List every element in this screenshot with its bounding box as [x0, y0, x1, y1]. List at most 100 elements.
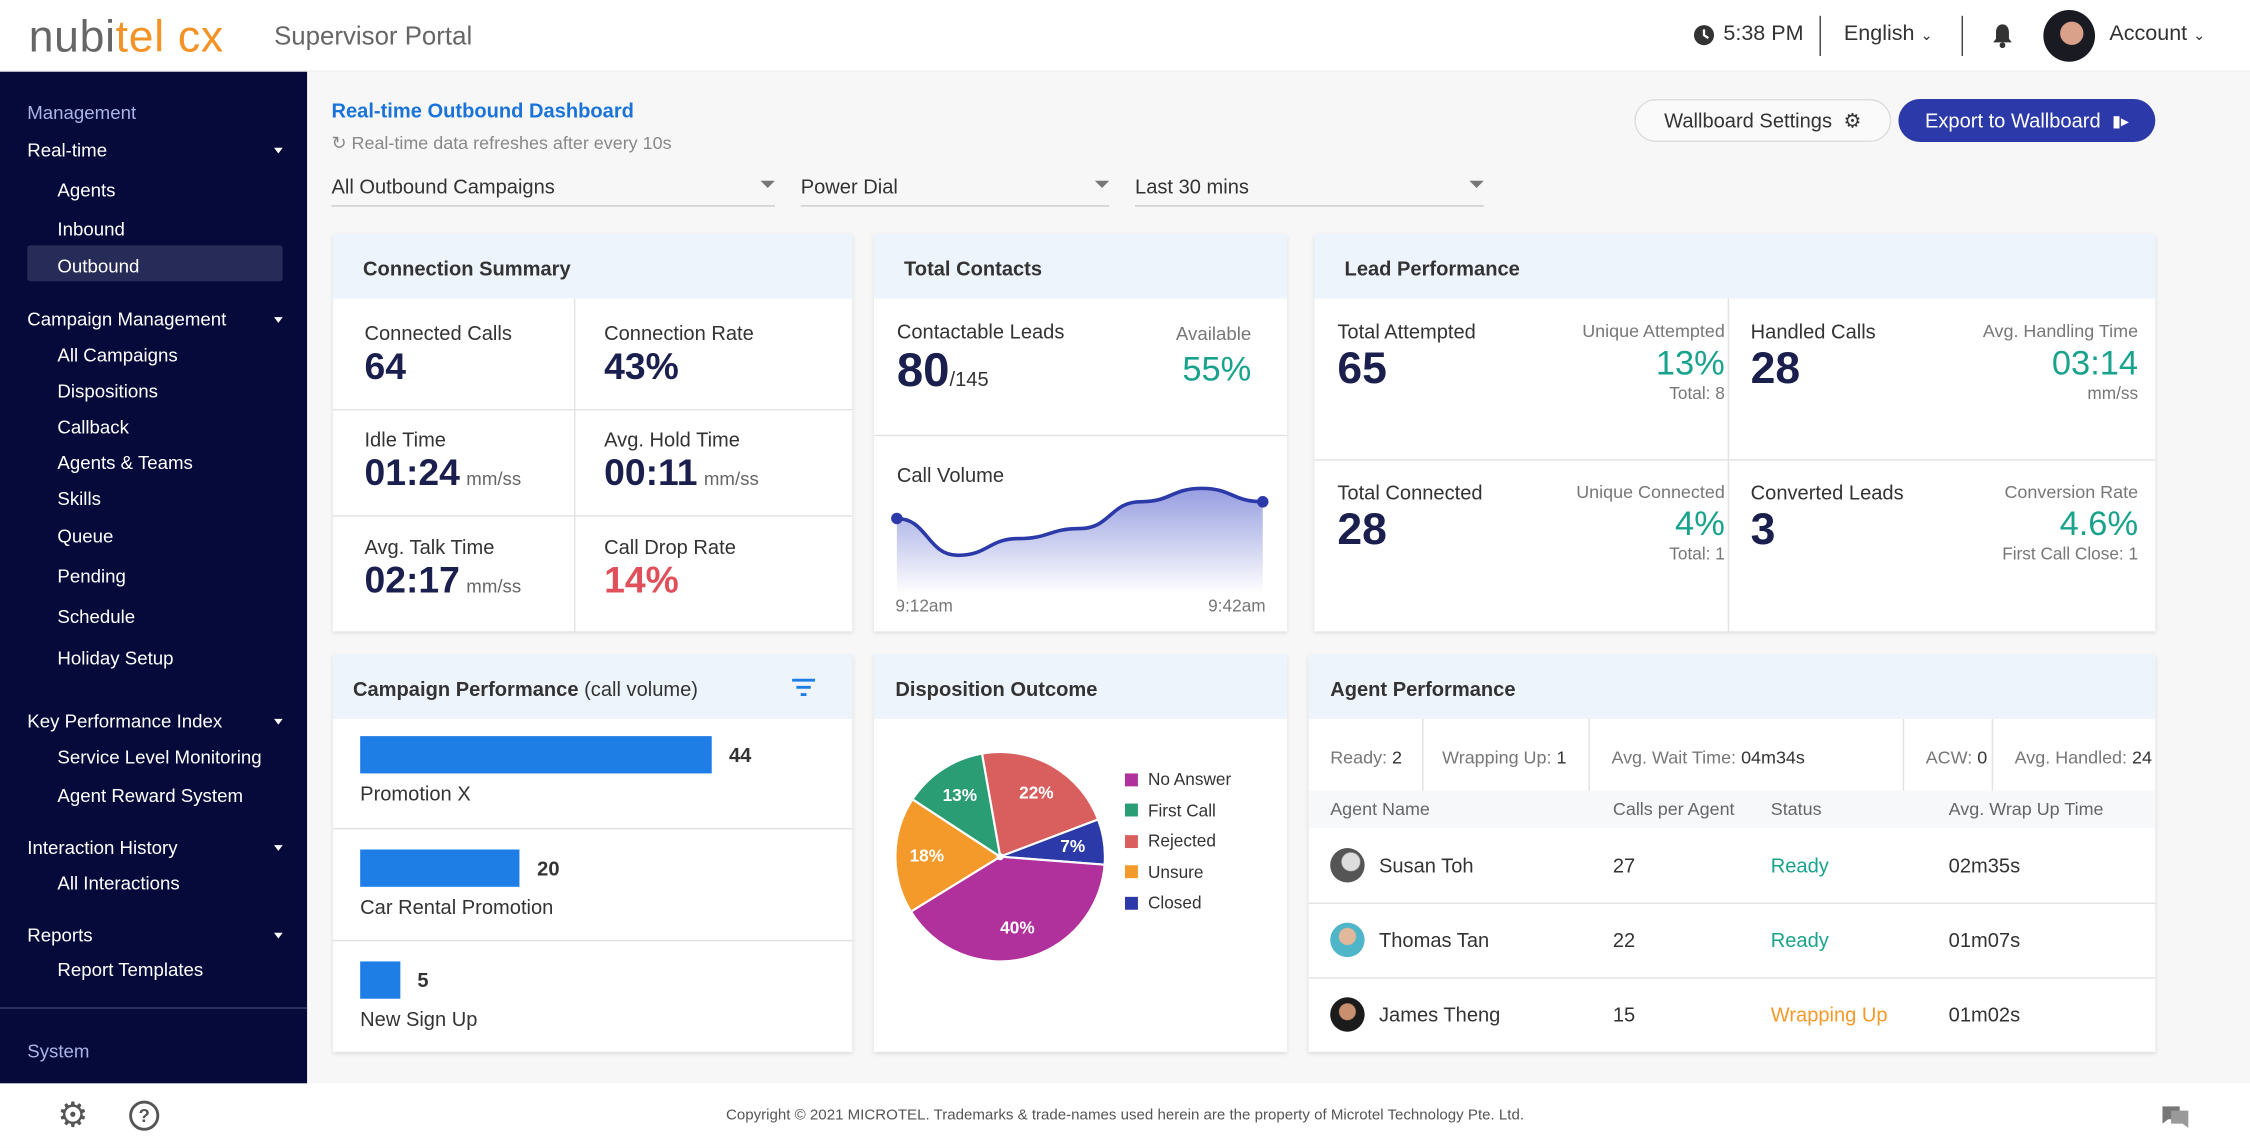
legend-item[interactable]: No Answer — [1125, 769, 1231, 789]
campaign-performance-card: Campaign Performance (call volume) 44 Pro… — [332, 654, 853, 1052]
sidebar-group-reports[interactable]: Reports — [27, 924, 92, 946]
card-title: Total Contacts — [873, 233, 1288, 299]
sidebar-item-pending[interactable]: Pending — [57, 565, 125, 587]
x-start-label: 9:12am — [895, 595, 953, 616]
agent-name[interactable]: Thomas Tan — [1379, 928, 1489, 951]
language-selector[interactable]: English ⌄ — [1844, 22, 1933, 46]
chat-icon[interactable] — [2158, 1101, 2192, 1133]
available-rate: Available 55% — [1175, 322, 1252, 389]
campaign-filter-select[interactable]: All Outbound Campaigns — [331, 169, 775, 207]
filter-icon[interactable] — [791, 677, 817, 697]
pie-label: 40% — [1000, 918, 1034, 938]
lead-side-metric: Unique Connected 4% Total: 1 — [1576, 482, 1725, 564]
dropdown-arrow-icon — [760, 180, 775, 188]
copyright: Copyright © 2021 MICROTEL. Trademarks & … — [725, 1106, 1525, 1124]
caret-down-icon[interactable] — [274, 317, 283, 323]
x-end-label: 9:42am — [1208, 595, 1266, 616]
call-volume-point[interactable] — [891, 512, 903, 525]
divider — [1422, 718, 1424, 791]
sidebar-item-agent-reward[interactable]: Agent Reward System — [57, 785, 243, 807]
select-value: All Outbound Campaigns — [331, 175, 555, 199]
disposition-outcome-card: Disposition Outcome 22% 7% 40% 18% 13% No An… — [873, 654, 1288, 1052]
agent-avatar — [1330, 997, 1365, 1032]
sidebar-heading-system[interactable]: System — [27, 1040, 89, 1062]
sidebar-item-outbound[interactable]: Outbound — [57, 255, 139, 277]
sidebar-group-campaign-management[interactable]: Campaign Management — [27, 309, 226, 331]
campaign-bar[interactable] — [360, 848, 520, 887]
caret-down-icon[interactable] — [274, 718, 283, 725]
legend-item[interactable]: Rejected — [1125, 831, 1216, 851]
agent-summary-stat: Ready: 2 — [1330, 747, 1403, 768]
legend-label: Closed — [1147, 892, 1202, 913]
card-title: Disposition Outcome — [873, 654, 1288, 719]
divider — [1819, 15, 1821, 56]
legend-swatch — [1125, 896, 1138, 910]
sidebar-item-schedule[interactable]: Schedule — [57, 606, 135, 628]
pie-label: 13% — [943, 785, 977, 805]
column-header[interactable]: Agent Name — [1330, 799, 1430, 819]
avg-wrap-up-time: 01m02s — [1948, 1003, 2021, 1026]
agent-summary-stat: ACW: 0 — [1925, 747, 1988, 768]
sidebar-item-holiday-setup[interactable]: Holiday Setup — [57, 647, 173, 669]
sidebar-item-queue[interactable]: Queue — [57, 525, 113, 547]
legend-item[interactable]: Unsure — [1125, 862, 1203, 882]
avg-wrap-up-time: 02m35s — [1948, 853, 2021, 877]
campaign-bar[interactable] — [360, 736, 712, 774]
period-select[interactable]: Last 30 mins — [1135, 169, 1484, 207]
account-menu[interactable]: Account ⌄ — [2109, 22, 2205, 46]
caret-down-icon[interactable] — [274, 147, 283, 154]
bell-icon[interactable] — [1992, 23, 2014, 49]
dial-mode-select[interactable]: Power Dial — [800, 169, 1110, 207]
metric-connection-rate: Connection Rate 43% — [604, 321, 754, 388]
sidebar-item-inbound[interactable]: Inbound — [57, 218, 124, 240]
logo[interactable]: nubitel cx — [29, 11, 224, 63]
legend-swatch — [1125, 803, 1138, 817]
total-contacts-card: Total Contacts Contactable Leads 80/145 A… — [873, 233, 1288, 632]
agent-performance-card: Agent Performance Ready: 2 Wrapping Up: 1… — [1308, 654, 2156, 1052]
call-volume-point[interactable] — [1257, 496, 1269, 508]
button-label: Export to Wallboard — [1924, 109, 2101, 133]
sidebar-heading-management: Management — [27, 101, 137, 124]
legend-item[interactable]: Closed — [1125, 893, 1202, 913]
sidebar-item-service-level[interactable]: Service Level Monitoring — [57, 746, 261, 768]
divider — [1961, 15, 1964, 56]
caret-down-icon[interactable] — [274, 932, 283, 939]
wallboard-settings-button[interactable]: Wallboard Settings ⚙ — [1634, 99, 1892, 143]
sidebar-item-callback[interactable]: Callback — [57, 416, 129, 438]
sidebar-item-agents[interactable]: Agents — [57, 179, 115, 201]
sidebar-item-agents-teams[interactable]: Agents & Teams — [57, 452, 192, 474]
sidebar-item-all-interactions[interactable]: All Interactions — [57, 872, 179, 894]
top-bar: nubitel cx Supervisor Portal 5:38 PM Eng… — [0, 0, 2250, 72]
column-header[interactable]: Calls per Agent — [1613, 799, 1735, 819]
page-title: Real-time Outbound Dashboard — [331, 99, 634, 122]
divider — [1902, 718, 1905, 791]
legend-item[interactable]: First Call — [1125, 800, 1216, 820]
sidebar-item-report-templates[interactable]: Report Templates — [57, 959, 203, 981]
column-header[interactable]: Avg. Wrap Up Time — [1949, 799, 2104, 819]
sidebar-item-all-campaigns[interactable]: All Campaigns — [57, 344, 177, 366]
agent-summary-stat: Avg. Handled: 24 — [2014, 747, 2152, 768]
agent-name[interactable]: James Theng — [1379, 1003, 1500, 1026]
caret-down-icon[interactable] — [274, 845, 283, 851]
call-volume-chart — [891, 486, 1269, 593]
agent-name[interactable]: Susan Toh — [1379, 854, 1474, 877]
lead-performance-card: Lead Performance Total Attempted 65 Unique… — [1314, 233, 2156, 632]
avatar[interactable] — [2043, 10, 2096, 62]
sidebar-item-skills[interactable]: Skills — [57, 488, 101, 510]
export-to-wallboard-button[interactable]: Export to Wallboard ▮▸ — [1898, 99, 2156, 143]
legend-swatch — [1125, 772, 1138, 786]
dropdown-arrow-icon — [1469, 180, 1484, 188]
legend-label: Rejected — [1147, 830, 1216, 851]
sidebar-group-kpi[interactable]: Key Performance Index — [27, 710, 222, 732]
sidebar-group-interaction-history[interactable]: Interaction History — [27, 837, 177, 859]
card-title: Connection Summary — [332, 233, 853, 299]
agent-status: Ready — [1770, 928, 1829, 952]
campaign-bar[interactable] — [360, 961, 401, 999]
avg-wrap-up-time: 01m07s — [1948, 928, 2021, 952]
column-header[interactable]: Status — [1771, 799, 1822, 819]
card-title: Agent Performance — [1308, 654, 2156, 719]
sidebar-group-real-time[interactable]: Real-time — [27, 139, 107, 161]
sidebar: Management Real-time Agents Inbound Outb… — [0, 71, 308, 1084]
sidebar-item-dispositions[interactable]: Dispositions — [57, 380, 158, 402]
legend-label: Unsure — [1147, 861, 1204, 882]
